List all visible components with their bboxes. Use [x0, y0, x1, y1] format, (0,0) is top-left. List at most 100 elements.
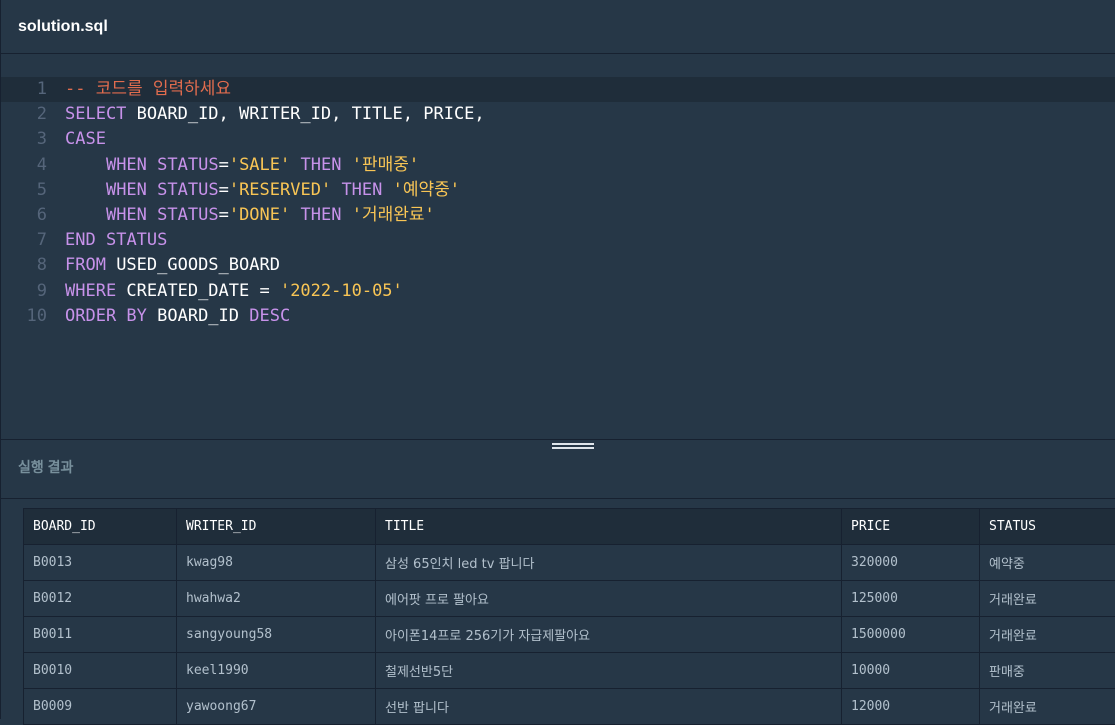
code-token: THEN [301, 205, 342, 225]
code-token: WHEN [106, 180, 147, 200]
code-token: WHEN [106, 155, 147, 175]
cell-title: 선반 팝니다 [376, 689, 842, 725]
code-token: '예약중' [393, 180, 460, 200]
cell-writer-id: sangyoung58 [177, 617, 376, 653]
code-token: SELECT [65, 104, 126, 124]
code-token: END [65, 230, 96, 250]
code-token: THEN [301, 155, 342, 175]
code-token [382, 180, 392, 200]
code-text[interactable]: -- 코드를 입력하세요 [65, 77, 231, 102]
column-header-writer-id: WRITER_ID [177, 509, 376, 545]
cell-title: 삼성 65인치 led tv 팝니다 [376, 545, 842, 581]
line-number: 2 [1, 102, 47, 127]
code-token: = [219, 180, 229, 200]
cell-board-id: B0011 [24, 617, 177, 653]
code-token: CREATED_DATE = [116, 281, 280, 301]
code-line[interactable]: 1 -- 코드를 입력하세요 [1, 77, 1115, 102]
line-number: 8 [1, 253, 47, 278]
code-token: STATUS [157, 180, 218, 200]
column-header-title: TITLE [376, 509, 842, 545]
cell-title: 아이폰14프로 256기가 자급제팔아요 [376, 617, 842, 653]
code-text[interactable]: WHERE CREATED_DATE = '2022-10-05' [65, 279, 403, 304]
cell-status: 예약중 [980, 545, 1115, 581]
code-lines[interactable]: 1 -- 코드를 입력하세요 2 SELECT BOARD_ID, WRITER_ID… [1, 77, 1115, 329]
code-token [341, 205, 351, 225]
code-line[interactable]: 2 SELECT BOARD_ID, WRITER_ID, TITLE, PRIC… [1, 102, 1115, 127]
cell-writer-id: kwag98 [177, 545, 376, 581]
cell-status: 판매중 [980, 653, 1115, 689]
code-text[interactable]: SELECT BOARD_ID, WRITER_ID, TITLE, PRICE… [65, 102, 485, 127]
code-text[interactable]: CASE [65, 127, 106, 152]
column-header-board-id: BOARD_ID [24, 509, 177, 545]
solution-panel: solution.sql 1 -- 코드를 입력하세요 2 SELECT BOARD_… [0, 0, 1115, 719]
table-row: B0010 keel1990 철제선반5단 10000 판매중 [24, 653, 1115, 689]
code-text[interactable]: WHEN STATUS='SALE' THEN '판매중' [65, 153, 419, 178]
code-token [96, 230, 106, 250]
code-line[interactable]: 8 FROM USED_GOODS_BOARD [1, 253, 1115, 278]
file-tab-name[interactable]: solution.sql [18, 18, 108, 36]
line-number: 1 [1, 77, 47, 102]
code-line[interactable]: 5 WHEN STATUS='RESERVED' THEN '예약중' [1, 178, 1115, 203]
result-title: 실행 결과 [18, 457, 73, 477]
line-number: 4 [1, 153, 47, 178]
line-number: 10 [1, 304, 47, 329]
code-token: '거래완료' [352, 205, 435, 225]
result-table: BOARD_ID WRITER_ID TITLE PRICE STATUS B0… [23, 508, 1115, 725]
code-token: '2022-10-05' [280, 281, 403, 301]
code-token: BOARD_ID, WRITER_ID, TITLE, PRICE, [126, 104, 484, 124]
code-line[interactable]: 10 ORDER BY BOARD_ID DESC [1, 304, 1115, 329]
cell-price: 320000 [842, 545, 980, 581]
code-token: FROM [65, 255, 106, 275]
line-number: 3 [1, 127, 47, 152]
code-token [290, 155, 300, 175]
cell-writer-id: hwahwa2 [177, 581, 376, 617]
code-line[interactable]: 7END STATUS [1, 228, 1115, 253]
code-token: 'DONE' [229, 205, 290, 225]
cell-price: 125000 [842, 581, 980, 617]
cell-title: 철제선반5단 [376, 653, 842, 689]
code-token [65, 155, 106, 175]
column-header-price: PRICE [842, 509, 980, 545]
table-header-row: BOARD_ID WRITER_ID TITLE PRICE STATUS [24, 509, 1115, 545]
code-token [290, 205, 300, 225]
code-token: STATUS [157, 205, 218, 225]
code-token [65, 180, 106, 200]
code-line[interactable]: 4 WHEN STATUS='SALE' THEN '판매중' [1, 153, 1115, 178]
cell-board-id: B0010 [24, 653, 177, 689]
code-text[interactable]: ORDER BY BOARD_ID DESC [65, 304, 290, 329]
line-number: 5 [1, 178, 47, 203]
code-token [331, 180, 341, 200]
code-text[interactable]: FROM USED_GOODS_BOARD [65, 253, 280, 278]
code-token: ORDER BY [65, 306, 147, 326]
table-row: B0009 yawoong67 선반 팝니다 12000 거래완료 [24, 689, 1115, 725]
table-row: B0011 sangyoung58 아이폰14프로 256기가 자급제팔아요 1… [24, 617, 1115, 653]
cell-writer-id: keel1990 [177, 653, 376, 689]
cell-price: 1500000 [842, 617, 980, 653]
cell-board-id: B0012 [24, 581, 177, 617]
code-line[interactable]: 9WHERE CREATED_DATE = '2022-10-05' [1, 279, 1115, 304]
file-tab-bar: solution.sql [1, 0, 1115, 54]
result-header: 실행 결과 [1, 440, 1115, 499]
code-text[interactable]: WHEN STATUS='DONE' THEN '거래완료' [65, 203, 435, 228]
code-token: STATUS [106, 230, 167, 250]
code-line[interactable]: 3 CASE [1, 127, 1115, 152]
cell-board-id: B0013 [24, 545, 177, 581]
code-token: THEN [341, 180, 382, 200]
code-token: USED_GOODS_BOARD [106, 255, 280, 275]
code-token: 'SALE' [229, 155, 290, 175]
code-line[interactable]: 6 WHEN STATUS='DONE' THEN '거래완료' [1, 203, 1115, 228]
column-header-status: STATUS [980, 509, 1115, 545]
result-table-wrapper: BOARD_ID WRITER_ID TITLE PRICE STATUS B0… [23, 508, 1115, 725]
code-token: = [219, 205, 229, 225]
cell-status: 거래완료 [980, 581, 1115, 617]
cell-status: 거래완료 [980, 689, 1115, 725]
code-token: 'RESERVED' [229, 180, 331, 200]
code-text[interactable]: WHEN STATUS='RESERVED' THEN '예약중' [65, 178, 460, 203]
table-row: B0013 kwag98 삼성 65인치 led tv 팝니다 320000 예… [24, 545, 1115, 581]
code-token: BOARD_ID [147, 306, 249, 326]
code-editor[interactable]: 1 -- 코드를 입력하세요 2 SELECT BOARD_ID, WRITER_ID… [1, 54, 1115, 439]
code-text[interactable]: END STATUS [65, 228, 167, 253]
code-token [147, 205, 157, 225]
code-token: = [219, 155, 229, 175]
code-token: CASE [65, 129, 106, 149]
